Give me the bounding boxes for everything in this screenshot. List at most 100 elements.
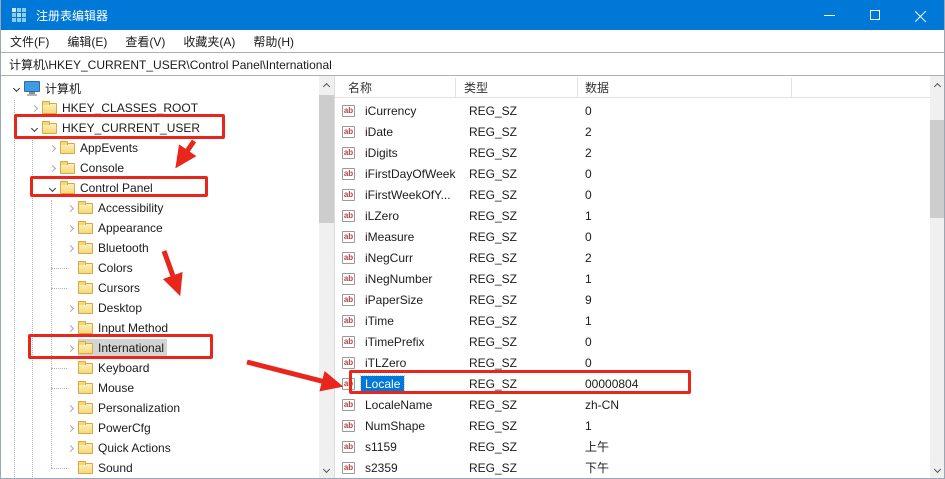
list-scrollbar-thumb[interactable] — [930, 120, 944, 218]
tree-item-colors[interactable]: Colors — [1, 258, 320, 278]
collapsed-chevron-icon[interactable] — [64, 302, 76, 314]
scroll-down-button[interactable] — [930, 462, 944, 479]
collapsed-chevron-icon[interactable] — [64, 402, 76, 414]
value-name-cell[interactable]: abiFirstDayOfWeek — [335, 163, 456, 184]
value-name-cell[interactable]: abiMeasure — [335, 226, 456, 247]
collapsed-chevron-icon[interactable] — [64, 322, 76, 334]
close-button[interactable] — [898, 0, 944, 30]
column-header-data[interactable]: 数据 — [578, 78, 792, 97]
tree-item-content[interactable]: Sound — [78, 459, 136, 477]
expanded-chevron-icon[interactable] — [10, 82, 22, 94]
minimize-button[interactable] — [806, 0, 852, 30]
value-name-cell[interactable]: abLocale — [335, 373, 456, 394]
maximize-button[interactable] — [852, 0, 898, 30]
value-name-cell[interactable]: abiNegCurr — [335, 247, 456, 268]
tree-item-content[interactable]: Quick Actions — [78, 439, 174, 457]
tree-item-content[interactable]: Bluetooth — [78, 239, 152, 257]
value-row-idigits[interactable]: abiDigitsREG_SZ2 — [335, 142, 932, 163]
value-name-cell[interactable]: abiTimePrefix — [335, 331, 456, 352]
tree-item-mouse[interactable]: Mouse — [1, 378, 320, 398]
scroll-up-button[interactable] — [930, 76, 944, 93]
value-row-ifirstweekofy-[interactable]: abiFirstWeekOfY...REG_SZ0 — [335, 184, 932, 205]
tree-item-content[interactable]: Console — [60, 159, 127, 177]
value-row-idate[interactable]: abiDateREG_SZ2 — [335, 121, 932, 142]
tree-item-content[interactable]: Input Method — [78, 319, 171, 337]
tree-item-content[interactable]: AppEvents — [60, 139, 141, 157]
collapsed-chevron-icon[interactable] — [28, 102, 40, 114]
list-scrollbar[interactable] — [930, 76, 944, 479]
tree-scrollbar-thumb[interactable] — [319, 95, 334, 223]
value-row-itlzero[interactable]: abiTLZeroREG_SZ0 — [335, 352, 932, 373]
value-row-imeasure[interactable]: abiMeasureREG_SZ0 — [335, 226, 932, 247]
tree-item-console[interactable]: Console — [1, 158, 320, 178]
tree-item-appearance[interactable]: Appearance — [1, 218, 320, 238]
tree-item-bluetooth[interactable]: Bluetooth — [1, 238, 320, 258]
tree-item-appevents[interactable]: AppEvents — [1, 138, 320, 158]
selected-tree-item[interactable]: International — [78, 339, 167, 357]
tree-item-cursors[interactable]: Cursors — [1, 278, 320, 298]
value-row-inegnumber[interactable]: abiNegNumberREG_SZ1 — [335, 268, 932, 289]
tree-item-content[interactable]: Desktop — [78, 299, 145, 317]
value-row-itime[interactable]: abiTimeREG_SZ1 — [335, 310, 932, 331]
tree-scrollbar[interactable] — [319, 76, 334, 479]
value-row-s1159[interactable]: abs1159REG_SZ上午 — [335, 436, 932, 457]
tree-item-content[interactable]: Mouse — [78, 379, 137, 397]
scroll-down-button[interactable] — [319, 462, 334, 479]
tree-item-content[interactable]: Control Panel — [60, 179, 156, 197]
tree-item-input-method[interactable]: Input Method — [1, 318, 320, 338]
value-name-cell[interactable]: abiNegNumber — [335, 268, 456, 289]
tree-item-accessibility[interactable]: Accessibility — [1, 198, 320, 218]
address-bar[interactable]: 计算机\HKEY_CURRENT_USER\Control Panel\Inte… — [1, 52, 944, 76]
menu-item[interactable]: 编辑(E) — [58, 30, 116, 52]
value-name-cell[interactable]: abiDigits — [335, 142, 456, 163]
value-name-cell[interactable]: abiLZero — [335, 205, 456, 226]
value-name-cell[interactable]: abiPaperSize — [335, 289, 456, 310]
collapsed-chevron-icon[interactable] — [64, 342, 76, 354]
value-name-cell[interactable]: abiDate — [335, 121, 456, 142]
expanded-chevron-icon[interactable] — [46, 182, 58, 194]
tree-item-content[interactable]: 计算机 — [24, 79, 84, 97]
collapsed-chevron-icon[interactable] — [64, 202, 76, 214]
tree-item-sound[interactable]: Sound — [1, 458, 320, 478]
expanded-chevron-icon[interactable] — [28, 122, 40, 134]
tree-item-control-panel[interactable]: Control Panel — [1, 178, 320, 198]
value-name-cell[interactable]: abNumShape — [335, 415, 456, 436]
value-row-numshape[interactable]: abNumShapeREG_SZ1 — [335, 415, 932, 436]
tree-item-international[interactable]: International — [1, 338, 320, 358]
value-name-cell[interactable]: abiFirstWeekOfY... — [335, 184, 456, 205]
tree-item-content[interactable]: Colors — [78, 259, 136, 277]
collapsed-chevron-icon[interactable] — [46, 162, 58, 174]
tree-item-desktop[interactable]: Desktop — [1, 298, 320, 318]
value-name-cell[interactable]: abs1159 — [335, 436, 456, 457]
collapsed-chevron-icon[interactable] — [64, 442, 76, 454]
collapsed-chevron-icon[interactable] — [64, 422, 76, 434]
value-row-inegcurr[interactable]: abiNegCurrREG_SZ2 — [335, 247, 932, 268]
value-name-cell[interactable]: abiTLZero — [335, 352, 456, 373]
value-name-cell[interactable]: abiTime — [335, 310, 456, 331]
tree-item-content[interactable]: PowerCfg — [78, 419, 154, 437]
tree-item-hkey-current-user[interactable]: HKEY_CURRENT_USER — [1, 118, 320, 138]
value-row-itimeprefix[interactable]: abiTimePrefixREG_SZ0 — [335, 331, 932, 352]
tree-item-keyboard[interactable]: Keyboard — [1, 358, 320, 378]
collapsed-chevron-icon[interactable] — [46, 142, 58, 154]
tree-item-hkey-classes-root[interactable]: HKEY_CLASSES_ROOT — [1, 98, 320, 118]
value-row-ifirstdayofweek[interactable]: abiFirstDayOfWeekREG_SZ0 — [335, 163, 932, 184]
value-row-locale[interactable]: abLocaleREG_SZ00000804 — [335, 373, 932, 394]
tree-item-content[interactable]: HKEY_CURRENT_USER — [42, 119, 203, 137]
tree-item-powercfg[interactable]: PowerCfg — [1, 418, 320, 438]
menu-item[interactable]: 文件(F) — [1, 30, 58, 52]
value-row-icurrency[interactable]: abiCurrencyREG_SZ0 — [335, 100, 932, 121]
scroll-up-button[interactable] — [319, 76, 334, 93]
column-header-name[interactable]: 名称 — [335, 78, 456, 97]
value-row-ipapersize[interactable]: abiPaperSizeREG_SZ9 — [335, 289, 932, 310]
column-header-type[interactable]: 类型 — [456, 78, 578, 97]
tree-item-content[interactable]: Appearance — [78, 219, 166, 237]
value-name-cell[interactable]: abLocaleName — [335, 394, 456, 415]
value-row-ilzero[interactable]: abiLZeroREG_SZ1 — [335, 205, 932, 226]
tree-item-content[interactable]: Cursors — [78, 279, 143, 297]
tree-item-quick-actions[interactable]: Quick Actions — [1, 438, 320, 458]
tree-item-personalization[interactable]: Personalization — [1, 398, 320, 418]
value-row-s2359[interactable]: abs2359REG_SZ下午 — [335, 457, 932, 478]
menu-item[interactable]: 帮助(H) — [244, 30, 303, 52]
menu-item[interactable]: 查看(V) — [116, 30, 174, 52]
